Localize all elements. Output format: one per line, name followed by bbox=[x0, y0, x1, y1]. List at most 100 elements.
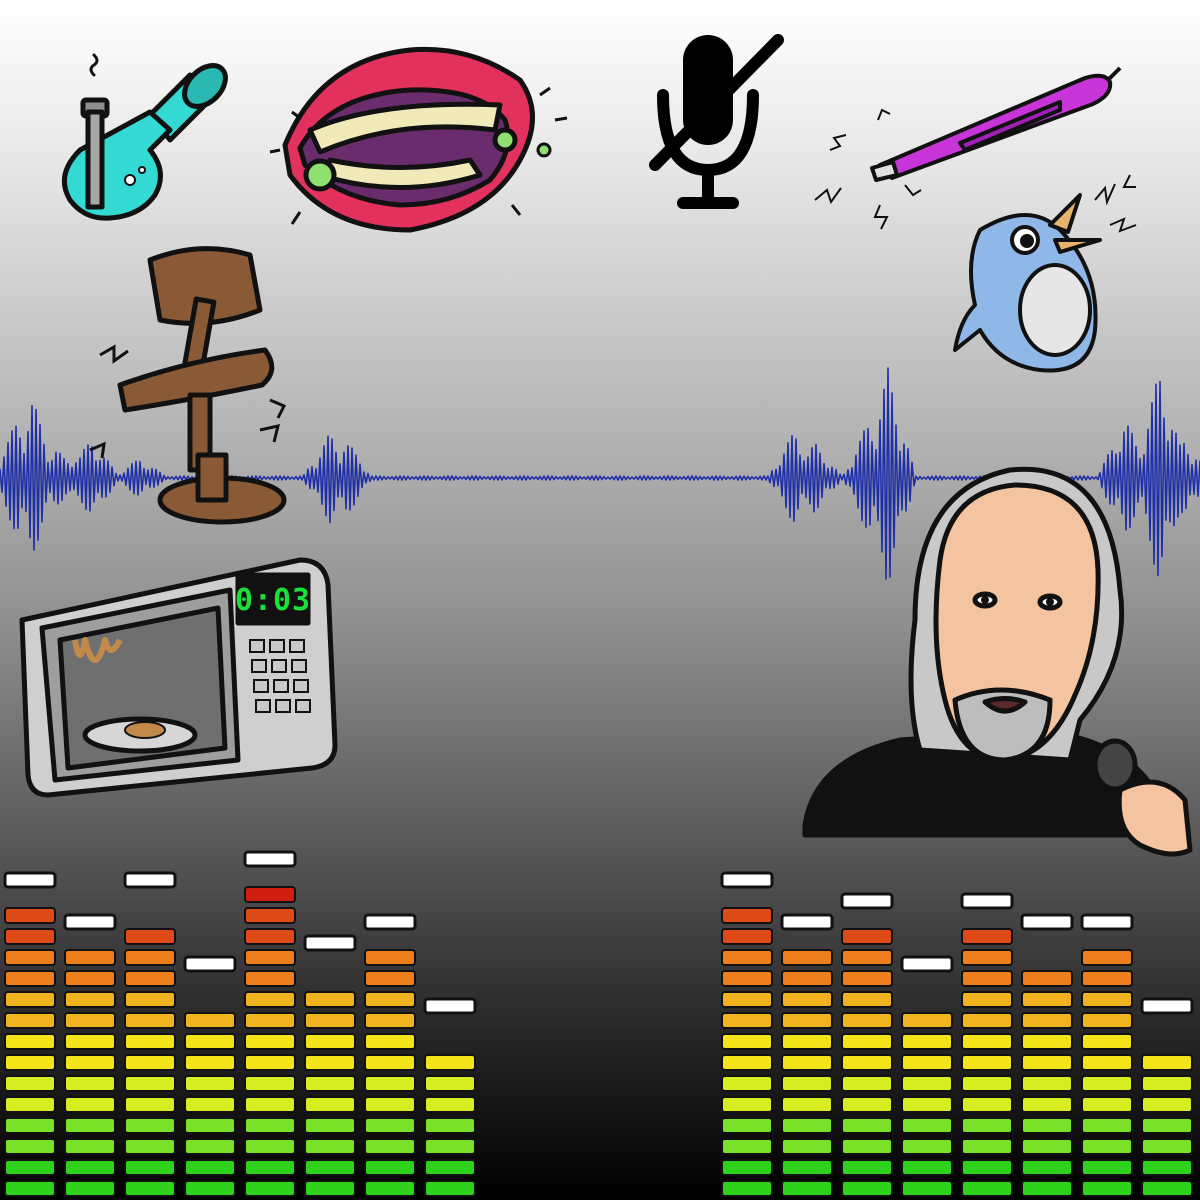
meter-segment bbox=[184, 1054, 236, 1071]
meter-segment bbox=[244, 1033, 296, 1050]
meter-segment bbox=[841, 1033, 893, 1050]
meter-segment bbox=[841, 949, 893, 966]
meter-segment bbox=[244, 1012, 296, 1029]
meter-segment bbox=[721, 1033, 773, 1050]
meter-segment bbox=[1021, 991, 1073, 1008]
left-meter-bar-7 bbox=[363, 913, 417, 1197]
meter-segment bbox=[244, 886, 296, 903]
meter-segment bbox=[4, 1096, 56, 1113]
meter-segment bbox=[961, 970, 1013, 987]
meter-segment bbox=[124, 1012, 176, 1029]
meter-segment bbox=[1081, 1033, 1133, 1050]
meter-segment bbox=[364, 1012, 416, 1029]
meter-segment bbox=[1021, 1075, 1073, 1092]
meter-segment bbox=[424, 1117, 476, 1134]
right-meter-bar-7 bbox=[1080, 913, 1134, 1197]
meter-segment bbox=[64, 1075, 116, 1092]
meter-segment bbox=[1081, 949, 1133, 966]
meter-segment bbox=[4, 1033, 56, 1050]
meter-peak-cap bbox=[900, 955, 954, 973]
right-meter-bar-4 bbox=[900, 955, 954, 1197]
meter-segment bbox=[1081, 1159, 1133, 1176]
meter-segment bbox=[781, 970, 833, 987]
meter-segment bbox=[124, 949, 176, 966]
meter-segment bbox=[721, 928, 773, 945]
right-meter-bar-2 bbox=[780, 913, 834, 1197]
meter-segment bbox=[961, 991, 1013, 1008]
meter-peak-cap bbox=[243, 850, 297, 868]
equalizer-meters bbox=[3, 850, 1194, 1197]
meter-segment bbox=[244, 1075, 296, 1092]
meter-peak-cap bbox=[363, 913, 417, 931]
meter-segment bbox=[841, 1180, 893, 1197]
meter-segment bbox=[184, 1159, 236, 1176]
meter-segment bbox=[721, 991, 773, 1008]
meter-segment bbox=[244, 928, 296, 945]
meter-segment bbox=[901, 1138, 953, 1155]
meter-segment bbox=[4, 991, 56, 1008]
meter-segment bbox=[1021, 1033, 1073, 1050]
left-meter-bar-6 bbox=[303, 934, 357, 1197]
meter-segment bbox=[4, 1138, 56, 1155]
meter-segment bbox=[244, 991, 296, 1008]
meter-segment bbox=[781, 1054, 833, 1071]
meter-segment bbox=[304, 991, 356, 1008]
meter-segment bbox=[841, 970, 893, 987]
meter-segment bbox=[4, 1012, 56, 1029]
meter-segment bbox=[961, 1096, 1013, 1113]
meter-segment bbox=[244, 907, 296, 924]
meter-segment bbox=[244, 1054, 296, 1071]
meter-segment bbox=[961, 1054, 1013, 1071]
meter-peak-cap bbox=[423, 997, 477, 1015]
meter-segment bbox=[841, 1054, 893, 1071]
meter-segment bbox=[424, 1054, 476, 1071]
meter-segment bbox=[1141, 1075, 1193, 1092]
meter-segment bbox=[124, 1096, 176, 1113]
meter-segment bbox=[721, 1054, 773, 1071]
meter-segment bbox=[244, 1138, 296, 1155]
meter-segment bbox=[124, 1180, 176, 1197]
meter-segment bbox=[424, 1138, 476, 1155]
meter-segment bbox=[244, 949, 296, 966]
meter-segment bbox=[124, 1033, 176, 1050]
meter-segment bbox=[364, 1138, 416, 1155]
meter-segment bbox=[184, 1138, 236, 1155]
meter-segment bbox=[64, 949, 116, 966]
left-meter-bar-8 bbox=[423, 997, 477, 1197]
meter-segment bbox=[721, 1180, 773, 1197]
meter-peak-cap bbox=[780, 913, 834, 931]
meter-segment bbox=[124, 928, 176, 945]
meter-segment bbox=[64, 1054, 116, 1071]
meter-segment bbox=[124, 1054, 176, 1071]
meter-segment bbox=[364, 1180, 416, 1197]
meter-segment bbox=[304, 1159, 356, 1176]
meter-segment bbox=[304, 1096, 356, 1113]
meter-segment bbox=[961, 949, 1013, 966]
meter-segment bbox=[4, 1075, 56, 1092]
meter-peak-cap bbox=[183, 955, 237, 973]
meter-segment bbox=[901, 1096, 953, 1113]
meter-segment bbox=[364, 1054, 416, 1071]
meter-segment bbox=[304, 1138, 356, 1155]
meter-segment bbox=[841, 1159, 893, 1176]
right-meter-bar-5 bbox=[960, 892, 1014, 1197]
meter-segment bbox=[841, 1138, 893, 1155]
meter-peak-cap bbox=[960, 892, 1014, 910]
meter-segment bbox=[721, 1075, 773, 1092]
meter-segment bbox=[364, 1117, 416, 1134]
meter-segment bbox=[961, 1075, 1013, 1092]
meter-segment bbox=[124, 970, 176, 987]
meter-segment bbox=[781, 1033, 833, 1050]
meter-segment bbox=[841, 1117, 893, 1134]
meter-segment bbox=[1021, 1180, 1073, 1197]
meter-segment bbox=[1081, 1117, 1133, 1134]
meter-segment bbox=[424, 1075, 476, 1092]
left-meter-bar-3 bbox=[123, 871, 177, 1197]
meter-segment bbox=[1081, 1180, 1133, 1197]
meter-segment bbox=[304, 1033, 356, 1050]
meter-segment bbox=[1141, 1054, 1193, 1071]
meter-segment bbox=[64, 1117, 116, 1134]
left-meter-bar-4 bbox=[183, 955, 237, 1197]
meter-segment bbox=[721, 1096, 773, 1113]
meter-segment bbox=[64, 991, 116, 1008]
